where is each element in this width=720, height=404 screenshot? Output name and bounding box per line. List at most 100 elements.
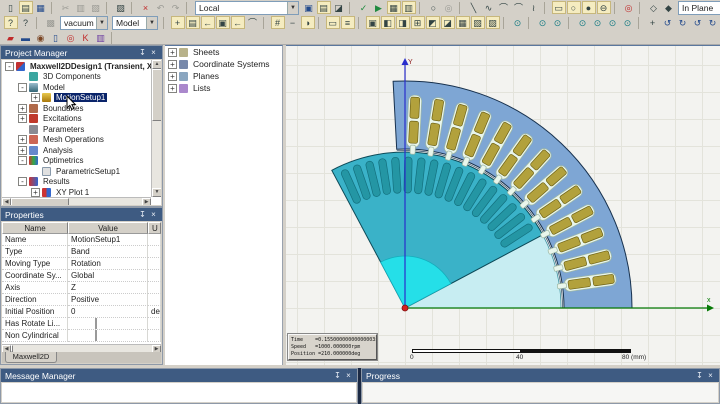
- expand-toggle[interactable]: +: [18, 145, 27, 155]
- analyze-icon[interactable]: ▶: [372, 1, 386, 14]
- pin-icon[interactable]: ↧: [138, 210, 147, 219]
- document-icon[interactable]: ▯: [49, 31, 63, 44]
- property-value[interactable]: 0: [68, 306, 148, 318]
- draw-rectangle-icon[interactable]: ▭: [551, 1, 566, 14]
- close-icon[interactable]: ×: [706, 371, 715, 380]
- fit-view-icon[interactable]: ◎: [442, 1, 456, 14]
- property-value[interactable]: Positive: [68, 294, 148, 306]
- expand-toggle[interactable]: +: [31, 187, 40, 197]
- solution-type-icon[interactable]: ▰: [4, 31, 18, 44]
- tree-item-analysis[interactable]: + Analysis: [2, 145, 151, 156]
- sweep-icon[interactable]: ▦: [455, 16, 470, 29]
- expand-toggle[interactable]: +: [18, 114, 27, 124]
- draw-arc-icon[interactable]: ⌒: [497, 1, 511, 14]
- sweep-arc-icon[interactable]: ◆: [662, 1, 676, 14]
- save-icon[interactable]: ▦: [34, 1, 48, 14]
- view-mode-combo[interactable]: Model ▼: [112, 15, 158, 30]
- whats-this-icon[interactable]: ?: [19, 16, 33, 29]
- list-view-icon[interactable]: ≡: [340, 16, 355, 29]
- modeler-tree-item-coordinate-systems[interactable]: + Coordinate Systems: [165, 58, 282, 70]
- shade-icon[interactable]: ◑: [300, 16, 315, 29]
- flag-icon[interactable]: ▬: [19, 31, 33, 44]
- tree-item-parametricsetup1[interactable]: ParametricSetup1: [2, 166, 151, 177]
- show-hide-icon[interactable]: ⊙: [511, 16, 525, 29]
- expand-toggle[interactable]: +: [168, 83, 177, 93]
- expand-toggle[interactable]: -: [18, 156, 27, 166]
- visibility-cs-icon[interactable]: ⊙: [621, 16, 635, 29]
- modeler-canvas[interactable]: Yx: [286, 46, 720, 368]
- property-value[interactable]: Global: [68, 270, 148, 282]
- sweep-line-icon[interactable]: ◇: [647, 1, 661, 14]
- scroll-thumb[interactable]: [152, 69, 161, 121]
- property-value[interactable]: [68, 318, 148, 330]
- draw-circle-icon[interactable]: ○: [566, 1, 581, 14]
- stator-slot-opening[interactable]: [409, 144, 416, 155]
- draw-arc-3pt-icon[interactable]: ⌒: [512, 1, 526, 14]
- expand-toggle[interactable]: +: [168, 59, 177, 69]
- property-value[interactable]: [68, 330, 148, 342]
- wcs-icon[interactable]: ▤: [185, 16, 200, 29]
- draw-polyline-icon[interactable]: ≀: [527, 1, 541, 14]
- help-icon[interactable]: ?: [3, 16, 18, 29]
- stator-slot-opening[interactable]: [427, 146, 435, 157]
- global-cs-icon[interactable]: ←: [230, 16, 245, 29]
- arc-mode-icon[interactable]: ⌒: [246, 16, 260, 29]
- rotate-x-icon[interactable]: ↺: [691, 16, 705, 29]
- stator-coil[interactable]: [409, 96, 421, 119]
- dashline-icon[interactable]: −: [286, 16, 300, 29]
- close-icon[interactable]: ×: [344, 371, 353, 380]
- expand-toggle[interactable]: +: [168, 71, 177, 81]
- checkbox[interactable]: [95, 318, 97, 329]
- stator-coil[interactable]: [408, 120, 419, 144]
- plane-combo[interactable]: In Plane▼: [678, 0, 720, 15]
- pin-icon[interactable]: ↧: [138, 48, 147, 57]
- duplicate-rotate-icon[interactable]: ◪: [440, 16, 455, 29]
- create-region-icon[interactable]: ◎: [622, 1, 636, 14]
- duplicate-mirror-icon[interactable]: ◩: [425, 16, 440, 29]
- thicken-icon[interactable]: ▧: [470, 16, 485, 29]
- chevron-down-icon[interactable]: ▼: [96, 16, 107, 29]
- fields-icon[interactable]: ▥: [94, 31, 108, 44]
- tree-item-optimetrics[interactable]: - Optimetrics: [2, 156, 151, 167]
- expand-toggle[interactable]: -: [5, 61, 14, 71]
- tab-maxwell2d[interactable]: Maxwell2D: [5, 352, 57, 363]
- team-icon[interactable]: ◎: [64, 31, 78, 44]
- tree-item-excitations[interactable]: + Excitations: [2, 114, 151, 125]
- rotate-current-icon[interactable]: ↻: [676, 16, 690, 29]
- subcircuit-icon[interactable]: ▩: [44, 16, 58, 29]
- project-list-icon[interactable]: ▤: [316, 1, 331, 14]
- local-combo[interactable]: Local ▼: [195, 0, 299, 15]
- visibility-sheets-icon[interactable]: ⊙: [606, 16, 620, 29]
- scroll-right-icon[interactable]: ▶: [142, 198, 151, 205]
- print-icon[interactable]: ▨: [114, 1, 128, 14]
- project-tree-vscrollbar[interactable]: ▲ ▼: [151, 60, 161, 197]
- visibility-objects-icon[interactable]: ⊙: [591, 16, 605, 29]
- tree-item-results[interactable]: - Results: [2, 177, 151, 188]
- property-value[interactable]: Rotation: [68, 258, 148, 270]
- design-settings-icon[interactable]: ◪: [332, 1, 346, 14]
- face-cs-icon[interactable]: ▣: [215, 16, 230, 29]
- move-icon[interactable]: +: [170, 16, 185, 29]
- property-value[interactable]: MotionSetup1: [68, 234, 148, 246]
- scroll-thumb[interactable]: [11, 198, 69, 205]
- checkbox[interactable]: [95, 330, 97, 341]
- cut-icon[interactable]: ✂: [59, 1, 73, 14]
- show-selection-icon[interactable]: ⊙: [551, 16, 565, 29]
- stator-slot-opening[interactable]: [556, 282, 567, 290]
- draw-spline-icon[interactable]: ∿: [482, 1, 496, 14]
- rotate-center-icon[interactable]: ↺: [661, 16, 675, 29]
- zoom-icon[interactable]: ○: [427, 1, 441, 14]
- project-tree-hscrollbar[interactable]: ◀ ▶: [2, 197, 151, 205]
- property-value[interactable]: Z: [68, 282, 148, 294]
- delete-icon[interactable]: ×: [139, 1, 153, 14]
- matrix-icon[interactable]: ▦: [386, 1, 401, 14]
- open-icon[interactable]: ▤: [18, 1, 33, 14]
- new-icon[interactable]: ▯: [4, 1, 18, 14]
- subtract-icon[interactable]: ◧: [380, 16, 395, 29]
- scroll-up-icon[interactable]: ▲: [152, 60, 161, 69]
- unite-icon[interactable]: ▣: [365, 16, 380, 29]
- expand-toggle[interactable]: +: [18, 135, 27, 145]
- close-icon[interactable]: ×: [149, 210, 158, 219]
- tree-item-3d-components[interactable]: 3D Components: [2, 72, 151, 83]
- pan-icon[interactable]: +: [646, 16, 660, 29]
